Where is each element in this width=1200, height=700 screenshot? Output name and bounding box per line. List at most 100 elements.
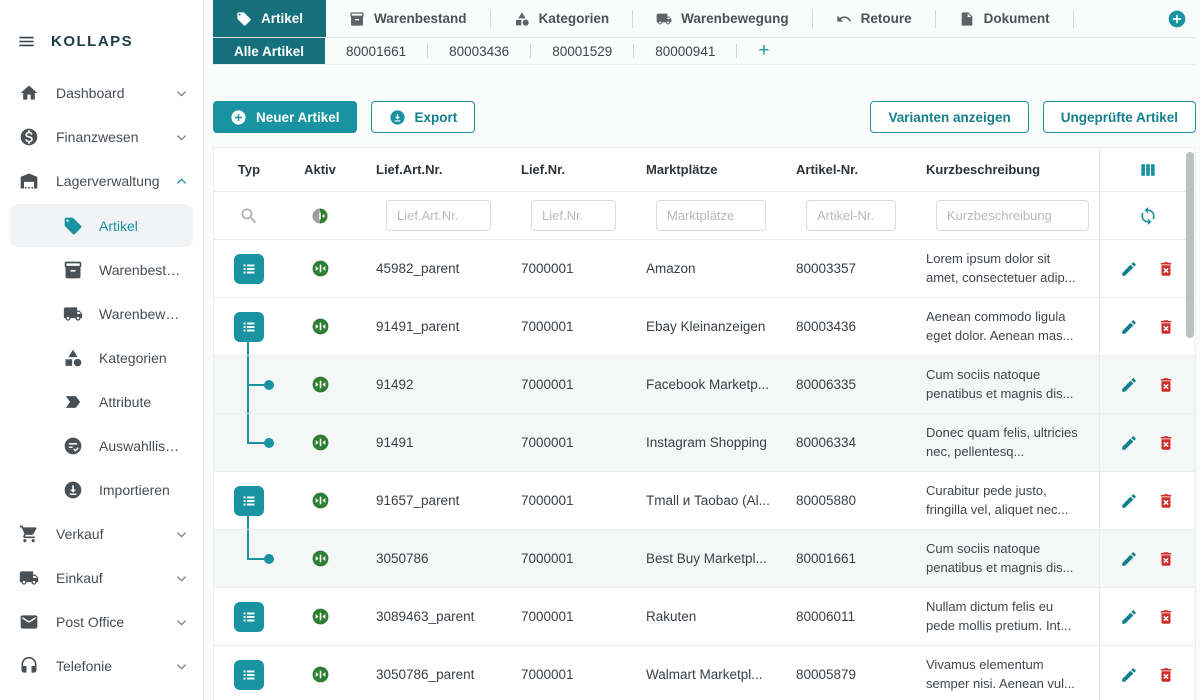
tab-artikel[interactable]: Artikel (213, 0, 326, 37)
trash-icon (1157, 376, 1175, 394)
column-header-aktiv[interactable]: Aktiv (284, 162, 356, 177)
import-icon (63, 480, 83, 500)
refresh-icon[interactable] (1138, 206, 1158, 226)
sidebar-item-finanzwesen[interactable]: Finanzwesen (0, 115, 203, 159)
table-scrollbar[interactable] (1186, 152, 1194, 338)
variant-list-button[interactable] (234, 254, 264, 284)
variant-list-button[interactable] (234, 660, 264, 690)
new-article-button[interactable]: Neuer Artikel (213, 101, 357, 133)
edit-button[interactable] (1120, 550, 1138, 568)
delete-button[interactable] (1157, 492, 1175, 510)
column-header-typ[interactable]: Typ (214, 162, 284, 177)
add-tab-button[interactable] (1167, 9, 1187, 29)
table-row[interactable]: 3050786_parent 7000001 Walmart Marketpl.… (214, 646, 1195, 700)
subtab-article[interactable]: 80001661 (325, 38, 427, 64)
edit-button[interactable] (1120, 608, 1138, 626)
tab-dokument[interactable]: Dokument (936, 0, 1073, 37)
trash-icon (1157, 550, 1175, 568)
lief-art-nr-filter-input[interactable] (386, 200, 491, 231)
column-header-lief-nr[interactable]: Lief.Nr. (501, 162, 626, 177)
return-icon (836, 11, 852, 27)
subtab-article[interactable]: 80001529 (531, 38, 633, 64)
lief-nr-cell: 7000001 (501, 435, 626, 450)
table-row[interactable]: 3089463_parent 7000001 Rakuten 80006011 … (214, 588, 1195, 646)
edit-button[interactable] (1120, 318, 1138, 336)
delete-button[interactable] (1157, 260, 1175, 278)
variant-list-button[interactable] (234, 602, 264, 632)
subtab-alle-artikel[interactable]: Alle Artikel (213, 38, 325, 64)
tab-retoure[interactable]: Retoure (813, 0, 935, 37)
articles-table: Typ Aktiv Lief.Art.Nr. Lief.Nr. Marktplä… (213, 147, 1196, 700)
marktplatz-cell: Best Buy Marketpl... (626, 551, 776, 566)
unchecked-articles-button[interactable]: Ungeprüfte Artikel (1043, 101, 1196, 133)
edit-button[interactable] (1120, 260, 1138, 278)
active-filter-toggle-icon[interactable] (311, 207, 329, 225)
add-article-subtab-button[interactable]: + (737, 38, 790, 64)
table-row[interactable]: 3050786 7000001 Best Buy Marketpl... 800… (214, 530, 1195, 588)
variant-list-button[interactable] (234, 486, 264, 516)
variant-list-button[interactable] (234, 312, 264, 342)
sidebar-item-einkauf[interactable]: Einkauf (0, 556, 203, 600)
home-icon (19, 83, 39, 103)
edit-button[interactable] (1120, 492, 1138, 510)
column-header-kurzbeschreibung[interactable]: Kurzbeschreibung (906, 162, 1099, 177)
edit-button[interactable] (1120, 666, 1138, 684)
delete-button[interactable] (1157, 550, 1175, 568)
active-status-icon (311, 375, 330, 394)
active-status-icon (311, 433, 330, 452)
sidebar-item-warenbewegung[interactable]: Warenbewegung (10, 292, 193, 335)
sidebar-item-lagerverwaltung[interactable]: Lagerverwaltung (0, 159, 203, 203)
columns-icon[interactable] (1138, 160, 1158, 180)
lief-art-nr-cell: 3050786_parent (356, 667, 501, 682)
list-icon (239, 665, 259, 685)
edit-button[interactable] (1120, 376, 1138, 394)
sidebar-item-dashboard[interactable]: Dashboard (0, 71, 203, 115)
table-row[interactable]: 45982_parent 7000001 Amazon 80003357 Lor… (214, 240, 1195, 298)
lief-nr-cell: 7000001 (501, 261, 626, 276)
tag-icon (63, 216, 83, 236)
delete-button[interactable] (1157, 608, 1175, 626)
delete-button[interactable] (1157, 318, 1175, 336)
column-header-artikel-nr[interactable]: Artikel-Nr. (776, 162, 906, 177)
tab-warenbestand[interactable]: Warenbestand (326, 0, 490, 37)
active-status-icon (311, 259, 330, 278)
table-row[interactable]: 91491 7000001 Instagram Shopping 8000633… (214, 414, 1195, 472)
sidebar-item-warenbestand[interactable]: Warenbestand (10, 248, 193, 291)
tree-connector (247, 530, 249, 559)
sidebar-item-verkauf[interactable]: Verkauf (0, 512, 203, 556)
sidebar-item-kategorien[interactable]: Kategorien (10, 336, 193, 379)
show-variants-button[interactable]: Varianten anzeigen (870, 101, 1028, 133)
column-header-lief-art-nr[interactable]: Lief.Art.Nr. (356, 162, 501, 177)
column-header-marktplaetze[interactable]: Marktplätze (626, 162, 776, 177)
edit-button[interactable] (1120, 434, 1138, 452)
table-row[interactable]: 91657_parent 7000001 Tmall и Taobao (Al.… (214, 472, 1195, 530)
sidebar-item-telefonie[interactable]: Telefonie (0, 644, 203, 688)
marktplatz-cell: Rakuten (626, 609, 776, 624)
table-row[interactable]: 91491_parent 7000001 Ebay Kleinanzeigen … (214, 298, 1195, 356)
table-row[interactable]: 91492 7000001 Facebook Marketp... 800063… (214, 356, 1195, 414)
sidebar-item-importieren[interactable]: Importieren (10, 468, 193, 511)
tab-warenbewegung[interactable]: Warenbewegung (633, 0, 812, 37)
tab-kategorien[interactable]: Kategorien (491, 0, 633, 37)
kurzbeschreibung-filter-input[interactable] (936, 200, 1089, 231)
lief-nr-cell: 7000001 (501, 667, 626, 682)
delete-button[interactable] (1157, 666, 1175, 684)
sidebar-item-attribute[interactable]: Attribute (10, 380, 193, 423)
search-icon[interactable] (239, 206, 259, 226)
sidebar-item-artikel[interactable]: Artikel (10, 204, 193, 247)
typ-cell (214, 588, 284, 645)
artikel-nr-filter-input[interactable] (806, 200, 896, 231)
module-tabbar: Artikel Warenbestand Kategorien Warenbew… (213, 0, 1196, 38)
sidebar-item-auswahllisten[interactable]: Auswahllisten (10, 424, 193, 467)
subtab-article[interactable]: 80003436 (428, 38, 530, 64)
chevron-down-icon (174, 571, 189, 586)
delete-button[interactable] (1157, 376, 1175, 394)
pencil-icon (1120, 608, 1138, 626)
marktplaetze-filter-input[interactable] (656, 200, 766, 231)
delete-button[interactable] (1157, 434, 1175, 452)
lief-nr-filter-input[interactable] (531, 200, 616, 231)
hamburger-menu-icon[interactable] (17, 32, 36, 51)
subtab-article[interactable]: 80000941 (634, 38, 736, 64)
sidebar-item-post-office[interactable]: Post Office (0, 600, 203, 644)
export-button[interactable]: Export (371, 101, 476, 133)
